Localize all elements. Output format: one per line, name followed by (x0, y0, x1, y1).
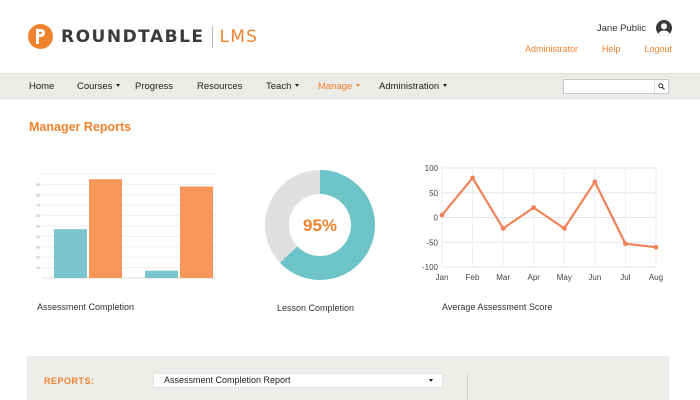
nav-item-resources[interactable]: Resources (197, 81, 242, 92)
reports-divider (467, 373, 468, 400)
header: ROUNDTABLE LMS Jane Public Administrator… (0, 0, 700, 72)
chevron-down-icon (116, 84, 121, 87)
logout-link[interactable]: Logout (644, 44, 672, 54)
user-name[interactable]: Jane Public (597, 23, 646, 34)
reports-label: REPORTS: (44, 376, 95, 386)
nav-item-courses[interactable]: Courses (77, 81, 121, 92)
y-tick-label: 50 (429, 189, 438, 198)
nav-item-manage[interactable]: Manage (318, 81, 361, 92)
lesson-completion-chart: 95% (265, 170, 375, 280)
y-tick-label: 30 (36, 245, 40, 249)
nav-item-teach[interactable]: Teach (266, 81, 300, 92)
logo-product-name: LMS (219, 26, 259, 47)
search-box (563, 79, 669, 97)
logo-icon (28, 24, 53, 49)
logo-brand-name: ROUNDTABLE (61, 26, 205, 47)
x-tick-label: Jan (436, 273, 449, 282)
data-point (623, 241, 628, 247)
search-input[interactable] (564, 84, 654, 97)
bar (180, 186, 213, 278)
help-link[interactable]: Help (602, 44, 621, 54)
user-avatar-icon[interactable] (656, 20, 672, 36)
y-tick-label: 100 (425, 164, 439, 173)
y-tick-label: 20 (36, 256, 40, 260)
bar (145, 270, 178, 278)
x-tick-label: Aug (649, 273, 663, 282)
chevron-down-icon (443, 84, 448, 87)
y-tick-label: 80 (36, 193, 40, 197)
y-tick-label: -100 (422, 263, 439, 272)
report-select[interactable]: Assessment Completion Report (153, 373, 443, 388)
nav-item-administration[interactable]: Administration (379, 81, 448, 92)
donut-center-label: 95% (303, 216, 337, 235)
data-point (470, 175, 475, 181)
x-tick-label: May (557, 273, 572, 282)
report-select-value: Assessment Completion Report (164, 375, 291, 385)
chevron-down-icon (356, 84, 361, 87)
y-tick-label: 0 (434, 214, 439, 223)
data-point (500, 225, 506, 231)
y-tick-label: -50 (426, 238, 438, 247)
logo-divider (211, 25, 213, 48)
series-line (441, 176, 657, 249)
page-title: Manager Reports (29, 120, 132, 134)
search-button[interactable] (654, 80, 668, 93)
y-tick-label: 90 (36, 183, 40, 187)
logo[interactable]: ROUNDTABLE LMS (28, 24, 258, 49)
nav-item-label: Resources (197, 81, 243, 92)
nav-item-progress[interactable]: Progress (135, 81, 173, 92)
data-point (561, 225, 567, 231)
average-assessment-score-chart: 100 50 0 -50 -100Jan Feb Mar Apr May Jun Jul Aug (422, 164, 663, 282)
bar (89, 179, 122, 278)
y-tick-label: 60 (36, 214, 40, 218)
assessment-completion-chart: 90 80 70 60 50 40 30 20 10 (36, 173, 216, 279)
nav-item-label: Home (29, 81, 55, 92)
reports-panel: REPORTS: Assessment Completion Report (27, 356, 669, 400)
search-icon (658, 83, 665, 90)
nav-item-label: Manage (318, 81, 353, 92)
nav-item-home[interactable]: Home (29, 81, 54, 92)
data-point (531, 205, 537, 210)
average-assessment-score-label: Average Assessment Score (442, 302, 553, 312)
nav-item-label: Courses (77, 81, 113, 92)
bar (54, 229, 87, 278)
y-tick-label: 50 (36, 225, 40, 229)
nav-item-label: Teach (266, 81, 292, 92)
y-tick-label: 10 (36, 266, 40, 270)
data-point (592, 179, 598, 185)
assessment-completion-label: Assessment Completion (37, 302, 135, 312)
x-tick-label: Jun (588, 273, 601, 282)
top-links: Administrator Help Logout (501, 44, 672, 54)
x-tick-label: Jul (620, 273, 630, 282)
x-tick-label: Apr (527, 273, 540, 282)
y-tick-label: 70 (36, 204, 40, 208)
administrator-link[interactable]: Administrator (525, 44, 578, 54)
data-point (439, 212, 445, 218)
x-tick-label: Feb (466, 273, 480, 282)
main-nav: Home Courses Progress Resources Teach Ma… (0, 73, 700, 99)
chevron-down-icon (295, 84, 300, 87)
nav-item-label: Progress (135, 81, 174, 92)
lesson-completion-label: Lesson Completion (277, 303, 355, 313)
nav-item-label: Administration (379, 81, 440, 92)
x-tick-label: Mar (496, 273, 510, 282)
chevron-down-icon (429, 379, 433, 382)
user-menu[interactable]: Jane Public (597, 20, 672, 36)
data-point (653, 244, 659, 250)
y-tick-label: 40 (36, 235, 40, 239)
